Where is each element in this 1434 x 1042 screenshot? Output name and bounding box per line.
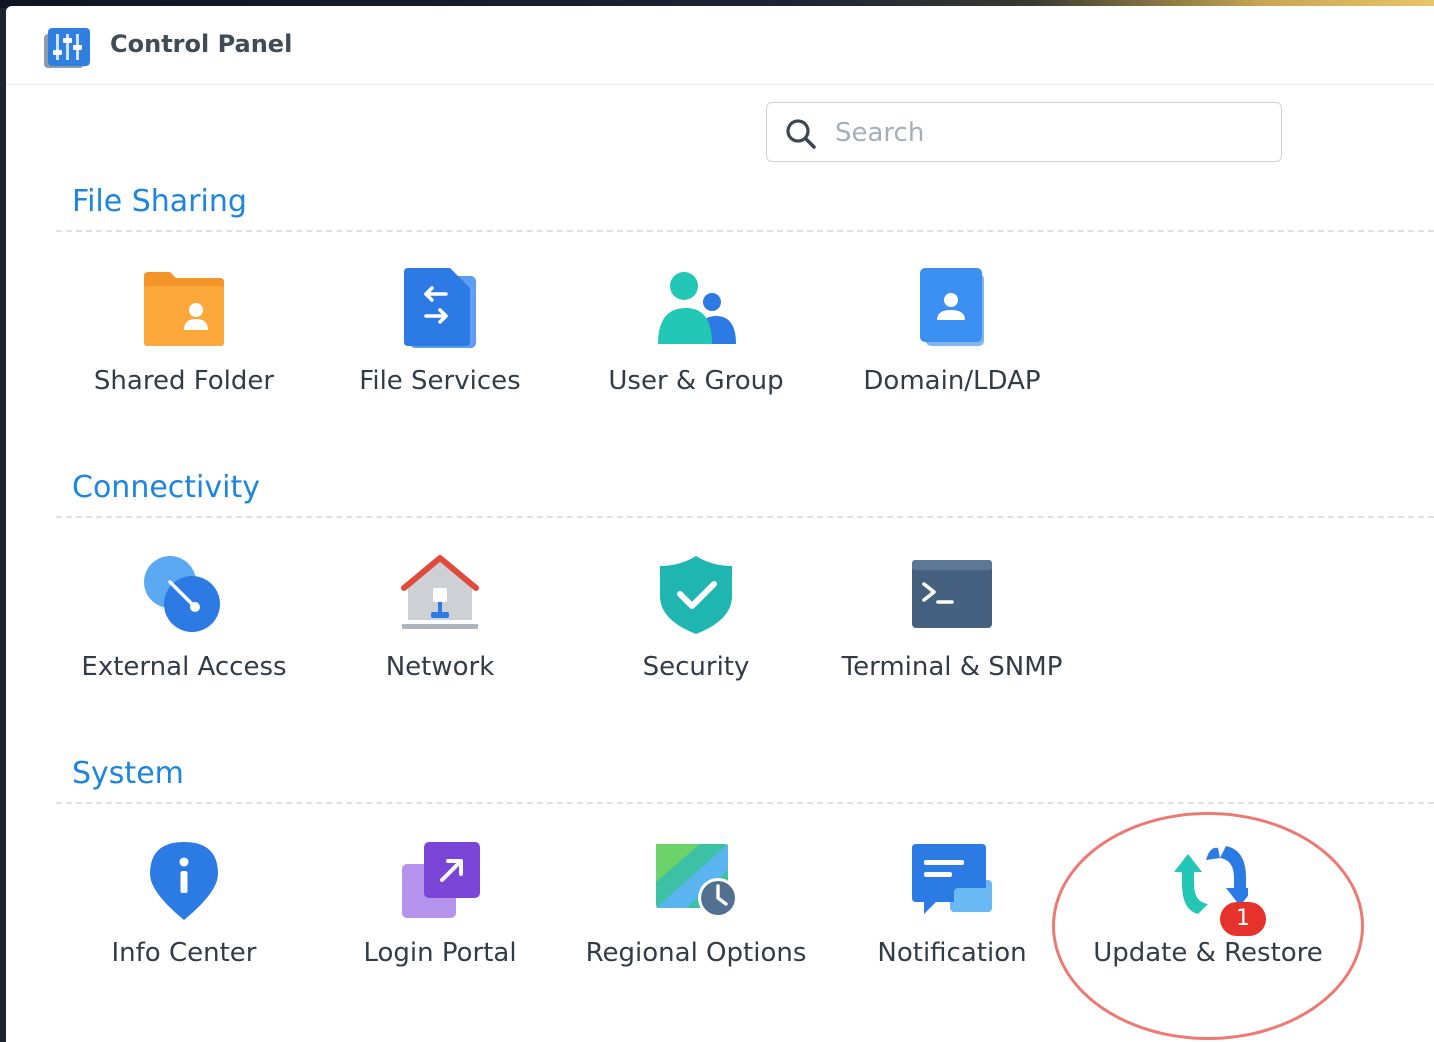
search-icon	[786, 119, 816, 149]
search-input[interactable]	[833, 113, 1257, 153]
search-box[interactable]	[766, 102, 1282, 162]
item-label: Terminal & SNMP	[841, 652, 1063, 682]
item-regional-options[interactable]: Regional Options	[571, 840, 821, 990]
section-title-connectivity: Connectivity	[72, 470, 260, 505]
section-divider	[56, 230, 1434, 232]
update-count-badge: 1	[1220, 902, 1266, 936]
item-label: Shared Folder	[93, 366, 275, 396]
item-update-restore[interactable]: Update & Restore	[1083, 840, 1333, 990]
terminal-icon	[912, 560, 992, 628]
item-label: Security	[642, 652, 750, 682]
item-label: Login Portal	[363, 938, 517, 968]
item-shared-folder[interactable]: Shared Folder	[59, 268, 309, 418]
item-network[interactable]: Network	[315, 554, 565, 704]
section-title-system: System	[72, 756, 184, 791]
item-file-services[interactable]: File Services	[315, 268, 565, 418]
control-panel-app-icon	[44, 28, 90, 68]
item-label: Notification	[877, 938, 1027, 968]
info-center-icon	[150, 842, 218, 920]
item-user-group[interactable]: User & Group	[571, 268, 821, 418]
security-shield-icon	[660, 556, 732, 634]
login-portal-icon	[402, 842, 480, 918]
section-divider	[56, 802, 1434, 804]
item-label: User & Group	[608, 366, 784, 396]
control-panel-window: Control Panel File Sharing Shared Folder…	[6, 6, 1434, 1042]
window-title: Control Panel	[110, 30, 293, 58]
window-titlebar: Control Panel	[6, 6, 1434, 85]
user-group-icon	[658, 272, 736, 344]
item-label: Domain/LDAP	[863, 366, 1041, 396]
network-icon	[401, 555, 479, 629]
item-label: External Access	[81, 652, 287, 682]
section-divider	[56, 516, 1434, 518]
item-login-portal[interactable]: Login Portal	[315, 840, 565, 990]
item-terminal-snmp[interactable]: Terminal & SNMP	[827, 554, 1077, 704]
external-access-icon	[144, 556, 220, 632]
notification-icon	[912, 844, 992, 914]
item-label: Info Center	[111, 938, 257, 968]
section-title-file-sharing: File Sharing	[72, 184, 247, 219]
shared-folder-icon	[144, 272, 224, 346]
file-services-icon	[404, 268, 476, 348]
item-security[interactable]: Security	[571, 554, 821, 704]
regional-options-icon	[656, 844, 736, 918]
item-info-center[interactable]: Info Center	[59, 840, 309, 990]
item-label: Network	[385, 652, 495, 682]
item-external-access[interactable]: External Access	[59, 554, 309, 704]
item-label: Update & Restore	[1093, 938, 1323, 968]
item-label: File Services	[359, 366, 521, 396]
domain-ldap-icon	[920, 268, 984, 346]
item-label: Regional Options	[585, 938, 807, 968]
item-notification[interactable]: Notification	[827, 840, 1077, 990]
item-domain-ldap[interactable]: Domain/LDAP	[827, 268, 1077, 418]
